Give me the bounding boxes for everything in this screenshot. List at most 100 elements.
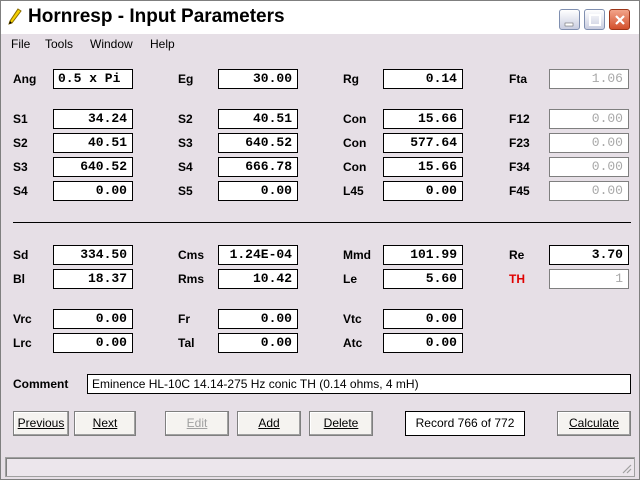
field-s5[interactable]: 0.00 — [218, 181, 298, 201]
status-bar — [5, 457, 635, 477]
label-cms: Cms — [178, 248, 205, 262]
label-s4: S4 — [13, 184, 28, 198]
label-con-3: Con — [343, 160, 367, 174]
field-s3[interactable]: 640.52 — [53, 157, 133, 177]
label-re: Re — [509, 248, 525, 262]
field-f12: 0.00 — [549, 109, 629, 129]
field-fr[interactable]: 0.00 — [218, 309, 298, 329]
label-s3-col2: S3 — [178, 136, 193, 150]
field-rms[interactable]: 10.42 — [218, 269, 298, 289]
delete-button-label: Delete — [323, 416, 359, 430]
input-parameters-panel: Ang 0.5 x Pi Eg 30.00 Rg 0.14 Fta 1.06 S… — [3, 57, 637, 453]
label-rms: Rms — [178, 272, 205, 286]
delete-button[interactable]: Delete — [309, 411, 373, 436]
field-sd[interactable]: 334.50 — [53, 245, 133, 265]
minimize-button[interactable] — [559, 9, 580, 30]
field-s4[interactable]: 0.00 — [53, 181, 133, 201]
field-eg[interactable]: 30.00 — [218, 69, 298, 89]
field-con-1[interactable]: 15.66 — [383, 109, 463, 129]
comment-field[interactable]: Eminence HL-10C 14.14-275 Hz conic TH (0… — [87, 374, 631, 394]
next-button[interactable]: Next — [74, 411, 136, 436]
field-atc[interactable]: 0.00 — [383, 333, 463, 353]
field-re[interactable]: 3.70 — [549, 245, 629, 265]
close-icon — [615, 15, 625, 25]
label-s1: S1 — [13, 112, 28, 126]
title-bar[interactable]: Hornresp - Input Parameters — [1, 1, 639, 34]
label-fr: Fr — [178, 312, 190, 326]
field-s2-col2[interactable]: 40.51 — [218, 109, 298, 129]
menu-window[interactable]: Window — [90, 37, 133, 51]
field-ang[interactable]: 0.5 x Pi — [53, 69, 133, 89]
window-title: Hornresp - Input Parameters — [28, 6, 285, 27]
main-window: Hornresp - Input Parameters File Tools W… — [0, 0, 640, 480]
field-th: 1 — [549, 269, 629, 289]
add-button[interactable]: Add — [237, 411, 301, 436]
field-con-2[interactable]: 577.64 — [383, 133, 463, 153]
label-vtc: Vtc — [343, 312, 362, 326]
field-s3-col2[interactable]: 640.52 — [218, 133, 298, 153]
field-f23: 0.00 — [549, 133, 629, 153]
menu-help[interactable]: Help — [150, 37, 175, 51]
record-counter: Record 766 of 772 — [405, 411, 525, 436]
label-f12: F12 — [509, 112, 530, 126]
menu-file[interactable]: File — [11, 37, 30, 51]
label-con-2: Con — [343, 136, 367, 150]
label-f45: F45 — [509, 184, 530, 198]
field-rg[interactable]: 0.14 — [383, 69, 463, 89]
field-vrc[interactable]: 0.00 — [53, 309, 133, 329]
field-s4-col2[interactable]: 666.78 — [218, 157, 298, 177]
previous-button-label: Previous — [17, 416, 65, 430]
menu-bar: File Tools Window Help — [1, 34, 639, 54]
label-s2-col2: S2 — [178, 112, 193, 126]
label-tal: Tal — [178, 336, 195, 350]
field-vtc[interactable]: 0.00 — [383, 309, 463, 329]
label-fta: Fta — [509, 72, 527, 86]
field-lrc[interactable]: 0.00 — [53, 333, 133, 353]
edit-button[interactable]: Edit — [165, 411, 229, 436]
maximize-button[interactable] — [584, 9, 605, 30]
label-s3: S3 — [13, 160, 28, 174]
resize-grip-icon[interactable] — [620, 462, 632, 474]
label-atc: Atc — [343, 336, 363, 350]
label-le: Le — [343, 272, 358, 286]
label-bl: Bl — [13, 272, 25, 286]
field-s1[interactable]: 34.24 — [53, 109, 133, 129]
maximize-icon — [589, 14, 601, 26]
close-button[interactable] — [609, 9, 630, 30]
field-s2[interactable]: 40.51 — [53, 133, 133, 153]
label-con-1: Con — [343, 112, 367, 126]
field-l45[interactable]: 0.00 — [383, 181, 463, 201]
calculate-button-label: Calculate — [568, 416, 620, 430]
field-f45: 0.00 — [549, 181, 629, 201]
field-con-3[interactable]: 15.66 — [383, 157, 463, 177]
field-bl[interactable]: 18.37 — [53, 269, 133, 289]
label-rg: Rg — [343, 72, 359, 86]
label-eg: Eg — [178, 72, 194, 86]
add-button-label: Add — [258, 416, 280, 430]
label-s2: S2 — [13, 136, 28, 150]
label-ang: Ang — [13, 72, 37, 86]
menu-tools[interactable]: Tools — [45, 37, 73, 51]
field-cms[interactable]: 1.24E-04 — [218, 245, 298, 265]
label-mmd: Mmd — [343, 248, 371, 262]
previous-button[interactable]: Previous — [13, 411, 69, 436]
field-mmd[interactable]: 101.99 — [383, 245, 463, 265]
label-f34: F34 — [509, 160, 530, 174]
calculate-button[interactable]: Calculate — [557, 411, 631, 436]
field-f34: 0.00 — [549, 157, 629, 177]
label-s4-col2: S4 — [178, 160, 193, 174]
label-th[interactable]: TH — [509, 272, 525, 286]
field-tal[interactable]: 0.00 — [218, 333, 298, 353]
label-comment: Comment — [13, 377, 69, 391]
label-l45: L45 — [343, 184, 364, 198]
edit-button-label: Edit — [186, 416, 208, 430]
minimize-icon — [564, 22, 574, 27]
label-f23: F23 — [509, 136, 530, 150]
field-le[interactable]: 5.60 — [383, 269, 463, 289]
label-lrc: Lrc — [13, 336, 32, 350]
app-pencil-icon — [8, 8, 22, 25]
section-divider — [13, 222, 631, 223]
label-vrc: Vrc — [13, 312, 32, 326]
field-fta: 1.06 — [549, 69, 629, 89]
next-button-label: Next — [92, 416, 118, 430]
